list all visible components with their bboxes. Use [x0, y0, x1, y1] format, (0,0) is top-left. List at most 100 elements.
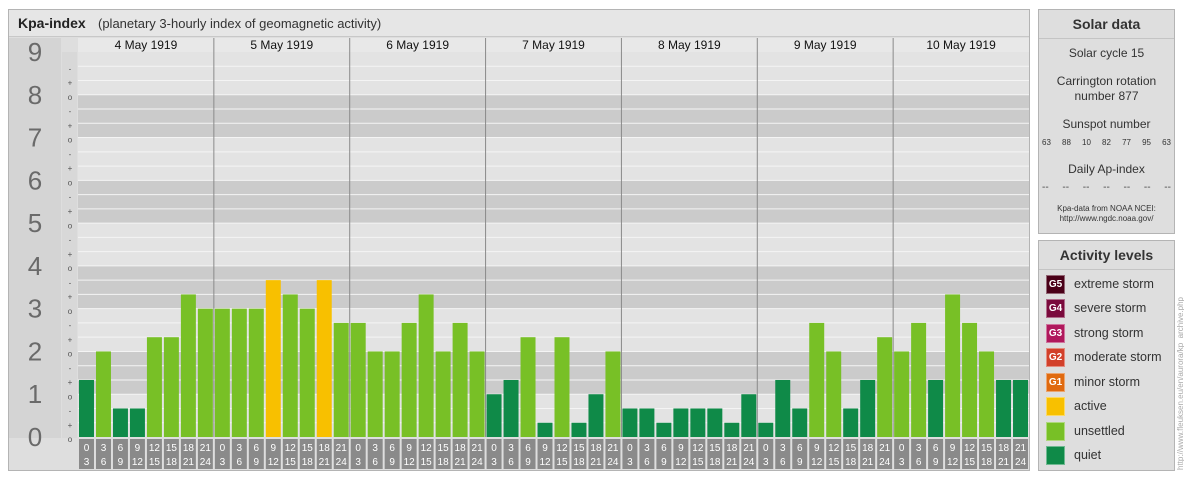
time-slot-end: 15: [285, 457, 297, 468]
time-slot-end: 18: [573, 457, 585, 468]
y-minor-mark: +: [68, 421, 73, 430]
legend-item-extreme-storm: G5 extreme storm: [1046, 274, 1154, 294]
kp-bar: [214, 308, 230, 437]
data-source-link[interactable]: http://www.ngdc.noaa.gov/: [1039, 214, 1174, 224]
kp-bar: [435, 351, 451, 437]
y-tick-label: 6: [28, 165, 42, 195]
ap-value: --: [1143, 182, 1151, 193]
source-credit: http://www.fleuksen.eu/en/aurora/kp_arch…: [1176, 297, 1184, 470]
time-slot-start: 9: [678, 443, 684, 454]
time-slot-end: 9: [389, 457, 395, 468]
ap-value: --: [1103, 182, 1110, 193]
sunspot-value: 10: [1082, 138, 1091, 147]
kp-bar: [877, 337, 893, 437]
time-slot-start: 21: [1015, 443, 1027, 454]
y-minor-mark: +: [68, 79, 73, 88]
time-slot-end: 15: [964, 457, 976, 468]
legend-swatch: [1046, 396, 1065, 416]
y-minor-mark: -: [69, 64, 72, 73]
kp-band: [78, 52, 1029, 95]
kp-bar: [945, 294, 961, 437]
y-minor-mark: +: [68, 121, 73, 130]
kp-bar: [1013, 379, 1028, 437]
kp-bar: [826, 351, 842, 437]
time-slot-start: 21: [879, 443, 891, 454]
legend-item-unsettled: unsettled: [1046, 421, 1125, 441]
time-slot-start: 0: [220, 443, 226, 454]
kp-bar: [588, 394, 604, 437]
y-tick-label: 1: [28, 379, 42, 409]
kp-bar: [809, 322, 825, 437]
kp-bar: [996, 379, 1012, 437]
time-slot-start: 9: [814, 443, 820, 454]
time-slot-start: 15: [438, 443, 450, 454]
time-slot-end: 12: [811, 457, 823, 468]
time-slot-end: 18: [981, 457, 993, 468]
legend-swatch: G4: [1046, 298, 1065, 318]
time-slot-end: 9: [933, 457, 939, 468]
y-minor-mark: -: [69, 407, 72, 416]
data-source-label: Kpa-data from NOAA NCEI:: [1057, 204, 1156, 213]
time-slot-start: 6: [797, 443, 803, 454]
kp-bar: [673, 408, 689, 437]
kp-bar: [503, 379, 519, 437]
sunspot-number-title: Sunspot number: [1062, 117, 1151, 131]
time-slot-start: 6: [118, 443, 124, 454]
time-slot-end: 21: [862, 457, 874, 468]
ap-value: --: [1082, 182, 1090, 193]
y-minor-mark: -: [69, 236, 72, 245]
kp-bar: [979, 351, 995, 437]
solar-data-panel: Solar data Solar cycle 15 Carrington rot…: [1038, 9, 1175, 234]
time-slot-end: 6: [916, 457, 922, 468]
time-slot-end: 24: [743, 457, 755, 468]
time-slot-end: 9: [797, 457, 803, 468]
time-slot-end: 9: [118, 457, 124, 468]
time-slot-start: 18: [726, 443, 738, 454]
time-slot-start: 12: [421, 443, 433, 454]
y-tick-label: 8: [28, 80, 42, 110]
legend-swatch: [1046, 421, 1065, 441]
kp-bar: [384, 351, 400, 437]
time-slot-start: 3: [644, 443, 650, 454]
kp-bar: [79, 379, 94, 437]
time-slot-start: 15: [981, 443, 993, 454]
legend-label: strong storm: [1074, 326, 1144, 340]
time-slot-start: 18: [998, 443, 1010, 454]
kp-bar: [180, 294, 196, 437]
kp-band: [78, 137, 1029, 181]
y-minor-mark: o: [68, 178, 73, 187]
time-slot-end: 24: [472, 457, 484, 468]
day-label: 7 May 1919: [522, 38, 585, 52]
y-minor-mark: o: [68, 435, 73, 444]
y-minor-mark: +: [68, 378, 73, 387]
kp-bar: [197, 308, 213, 437]
time-slot-end: 18: [302, 457, 314, 468]
ap-values: -- -- -- -- -- -- --: [1042, 182, 1171, 193]
time-slot-end: 15: [149, 457, 161, 468]
kp-bar: [486, 394, 502, 437]
day-label: 5 May 1919: [250, 38, 313, 52]
time-slot-end: 18: [438, 457, 450, 468]
time-slot-start: 9: [542, 443, 548, 454]
kp-bar: [129, 408, 145, 437]
y-minor-mark: -: [69, 150, 72, 159]
time-slot-start: 12: [285, 443, 297, 454]
kp-bar: [299, 308, 315, 437]
day-label: 10 May 1919: [926, 38, 996, 52]
y-tick-label: 2: [28, 336, 42, 366]
ap-value: --: [1123, 182, 1131, 193]
kp-bar: [622, 408, 638, 437]
y-minor-mark: +: [68, 293, 73, 302]
time-slot-start: 9: [271, 443, 277, 454]
ap-value: --: [1042, 182, 1049, 193]
legend-item-severe-storm: G4 severe storm: [1046, 298, 1146, 318]
kp-bar: [418, 294, 434, 437]
time-slot-start: 0: [355, 443, 361, 454]
kp-bar: [282, 294, 298, 437]
time-slot-end: 12: [539, 457, 551, 468]
carrington-rotation-label: Carrington rotation: [1056, 74, 1157, 88]
kp-bar: [639, 408, 655, 437]
time-slot-end: 6: [780, 457, 786, 468]
kp-bar: [316, 280, 332, 437]
time-slot-start: 18: [590, 443, 602, 454]
